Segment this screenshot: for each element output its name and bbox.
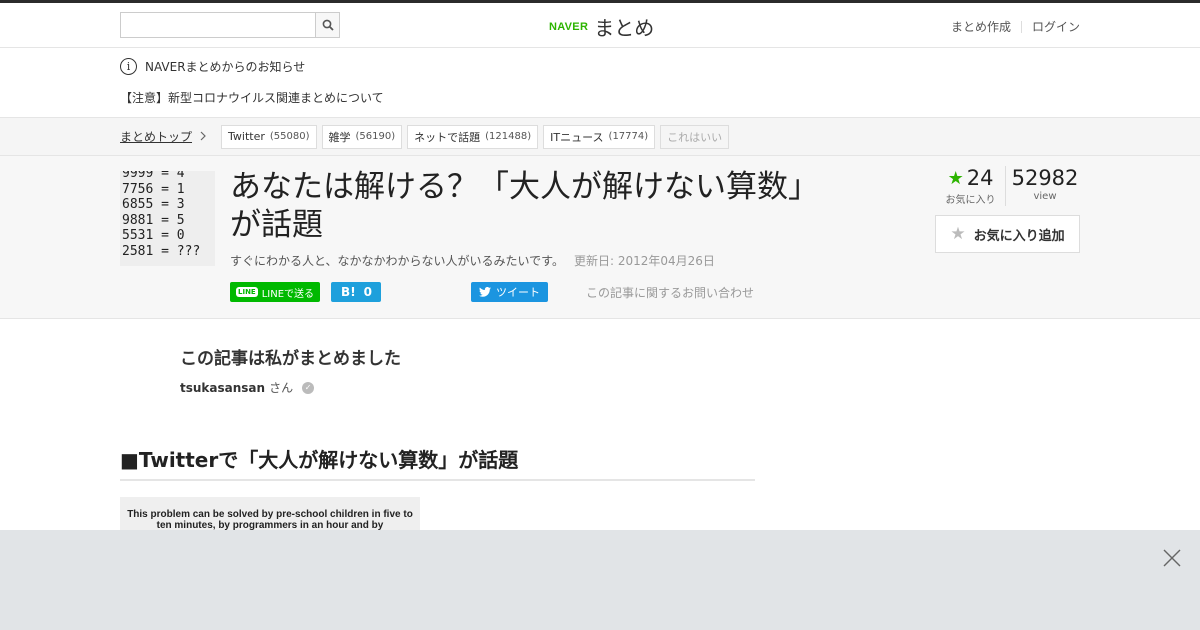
tweet-label: ツイート xyxy=(496,286,541,299)
hatena-count: 0 xyxy=(363,285,373,299)
share-buttons: LINE LINEで送る B! 0 ツイート この記事に関するお問い合わせ xyxy=(230,282,754,302)
favorite-label: お気に入り xyxy=(945,195,996,206)
author-section: この記事は私がまとめました tsukasansan さん ✓ xyxy=(0,344,1200,396)
category-bar: まとめトップ Twitter (55080) 雑学 (56190) ネットで話題 (1… xyxy=(0,118,1200,156)
article-stats: ★ 24 お気に入り 52982 view xyxy=(936,166,1080,206)
article-thumbnail[interactable]: 9999 = 4 7756 = 1 6855 = 3 9881 = 5 5531… xyxy=(120,171,215,266)
search-input[interactable] xyxy=(120,12,315,38)
create-matome-link[interactable]: まとめ作成 xyxy=(951,18,1011,35)
login-link[interactable]: ログイン xyxy=(1032,18,1080,35)
updated-date: 更新日: 2012年04月26日 xyxy=(573,254,715,268)
site-header: NAVER まとめ まとめ作成 ログイン xyxy=(0,3,1200,48)
description-text: すぐにわかる人と、なかなかわからない人がいるみたいです。 xyxy=(230,254,564,268)
tweet-button[interactable]: ツイート xyxy=(471,282,549,302)
info-icon: i xyxy=(120,58,137,75)
logo-name: まとめ xyxy=(594,16,655,40)
favorite-stat: ★ 24 お気に入り xyxy=(936,166,1006,206)
star-icon: ★ xyxy=(950,224,966,244)
notice-area: i NAVERまとめからのお知らせ 【注意】新型コロナウイルス関連まとめについて xyxy=(0,48,1200,118)
ad-overlay xyxy=(0,530,1200,630)
hatena-bookmark-button[interactable]: B! 0 xyxy=(331,282,382,302)
line-icon: LINE xyxy=(236,287,258,297)
tag-koreha-ii[interactable]: これはいい xyxy=(660,124,730,149)
breadcrumb-top[interactable]: まとめトップ xyxy=(120,128,192,145)
star-icon: ★ xyxy=(947,167,964,189)
verified-check-icon: ✓ xyxy=(302,381,315,394)
contact-link[interactable]: この記事に関するお問い合わせ xyxy=(586,284,754,301)
chevron-right-icon xyxy=(200,130,207,144)
tag-label: ITニュース xyxy=(550,130,604,144)
add-favorite-button[interactable]: ★ お気に入り追加 xyxy=(935,215,1080,253)
author-name-row: tsukasansan さん ✓ xyxy=(180,379,1200,396)
tag-count: (17774) xyxy=(608,131,649,142)
site-logo[interactable]: NAVER まとめ xyxy=(549,12,654,41)
add-favorite-label: お気に入り追加 xyxy=(973,228,1065,244)
tag-it-news[interactable]: ITニュース (17774) xyxy=(543,124,656,149)
twitter-bird-icon xyxy=(479,287,492,297)
logo-brand: NAVER xyxy=(549,20,589,33)
article-title: あなたは解ける？「大人が解けない算数」が話題 xyxy=(230,169,804,243)
tag-count: (55080) xyxy=(269,131,310,142)
view-count: 52982 xyxy=(1011,166,1079,190)
tag-label: これはいい xyxy=(667,130,723,144)
hatena-icon: B! xyxy=(341,285,356,299)
notice-link[interactable]: 【注意】新型コロナウイルス関連まとめについて xyxy=(120,89,1080,106)
header-divider xyxy=(1020,20,1022,33)
tag-trivia[interactable]: 雑学 (56190) xyxy=(321,124,403,149)
thumbnail-text: 9999 = 4 7756 = 1 6855 = 3 9881 = 5 5531… xyxy=(122,171,201,259)
notice-title: NAVERまとめからのお知らせ xyxy=(145,60,306,74)
line-share-button[interactable]: LINE LINEで送る xyxy=(230,282,321,302)
article-description: すぐにわかる人と、なかなかわからない人がいるみたいです。 更新日: 2012年04… xyxy=(230,252,715,269)
favorite-count: 24 xyxy=(966,166,994,190)
search-icon xyxy=(322,19,334,31)
notice-header[interactable]: i NAVERまとめからのお知らせ xyxy=(120,48,1080,75)
search-button[interactable] xyxy=(315,12,340,38)
author-suffix: さん xyxy=(269,381,294,395)
tag-label: Twitter xyxy=(228,130,265,143)
tag-twitter[interactable]: Twitter (55080) xyxy=(221,124,317,149)
tag-count: (121488) xyxy=(485,131,532,142)
section-heading: ■Twitterで「大人が解けない算数」が話題 xyxy=(120,444,755,481)
content-image-text: This problem can be solved by pre-school… xyxy=(127,509,413,531)
line-share-label: LINEで送る xyxy=(261,288,315,300)
author-heading: この記事は私がまとめました xyxy=(180,349,401,369)
view-label: view xyxy=(1033,191,1057,202)
tag-label: ネットで話題 xyxy=(414,130,481,144)
author-name[interactable]: tsukasansan xyxy=(180,381,265,395)
article-header: 9999 = 4 7756 = 1 6855 = 3 9881 = 5 5531… xyxy=(0,156,1200,319)
tag-net-topic[interactable]: ネットで話題 (121488) xyxy=(407,124,539,149)
view-stat: 52982 view xyxy=(1006,166,1080,206)
header-links: まとめ作成 ログイン xyxy=(951,18,1080,35)
tag-count: (56190) xyxy=(355,131,396,142)
close-icon[interactable] xyxy=(1162,548,1182,568)
search-box xyxy=(120,12,340,38)
tag-label: 雑学 xyxy=(328,130,351,144)
